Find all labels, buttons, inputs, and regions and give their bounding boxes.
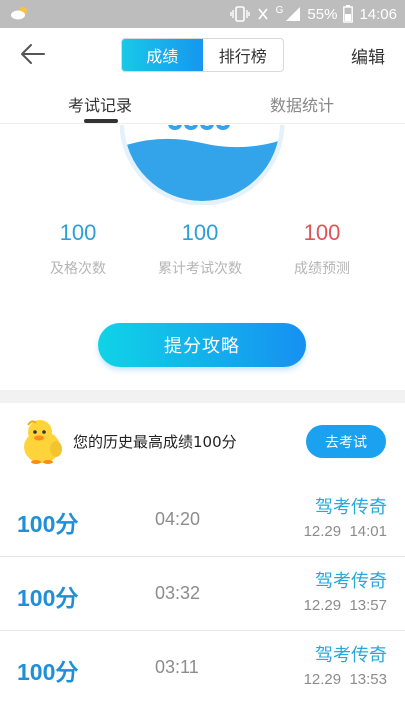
record-time: 14:01 xyxy=(349,523,387,540)
record-time: 13:57 xyxy=(349,597,387,614)
stat-passed-label: 及格次数 xyxy=(50,261,106,277)
record-datetime: 12.29 14:01 xyxy=(304,523,387,540)
battery-percent: 55% xyxy=(307,5,338,23)
tab-exam-records[interactable]: 考试记录 xyxy=(68,92,132,116)
vibrate-icon xyxy=(229,6,250,22)
stat-total-exams-value: 100 xyxy=(181,220,219,245)
tab-data-statistics[interactable]: 数据统计 xyxy=(270,92,334,116)
exam-record-list: 100分 04:20 驾考传奇 12.29 14:01 100分 03:32 驾… xyxy=(0,483,405,705)
stat-passed-value: 100 xyxy=(59,220,97,245)
stat-total-exams-label: 累计考试次数 xyxy=(158,261,242,277)
score-gauge xyxy=(120,125,285,205)
record-score-value: 100 xyxy=(17,585,56,611)
record-date: 12.29 xyxy=(303,671,342,688)
record-score: 100分 xyxy=(17,505,78,539)
record-score-value: 100 xyxy=(17,511,56,537)
list-item[interactable]: 100分 03:11 驾考传奇 12.29 13:53 xyxy=(0,631,405,705)
record-score-unit: 分 xyxy=(55,512,79,538)
data-x-icon xyxy=(258,8,268,20)
cloud-sun-icon xyxy=(11,7,27,20)
record-score: 100分 xyxy=(17,579,78,613)
tab-leaderboard[interactable]: 排行榜 xyxy=(203,39,284,71)
record-duration: 03:32 xyxy=(155,583,201,603)
record-datetime: 12.29 13:53 xyxy=(304,671,387,688)
arrow-left-icon xyxy=(21,44,45,64)
record-title: 驾考传奇 xyxy=(315,497,387,518)
duck-icon xyxy=(24,420,62,464)
record-date: 12.29 xyxy=(303,523,342,540)
stat-prediction: 100 成绩预测 xyxy=(257,220,387,278)
active-tab-indicator xyxy=(84,119,118,123)
record-duration: 04:20 xyxy=(155,509,201,529)
app-header: 成绩 排行榜 编辑 xyxy=(0,28,405,80)
record-score-value: 100 xyxy=(17,659,56,685)
back-button[interactable] xyxy=(18,40,48,68)
best-score-text: 您的历史最高成绩100分 xyxy=(73,433,237,451)
record-title: 驾考传奇 xyxy=(315,571,387,592)
tab-scores[interactable]: 成绩 xyxy=(122,39,203,71)
stats-row: 100 及格次数 100 累计考试次数 100 成绩预测 xyxy=(0,220,405,280)
list-item[interactable]: 100分 04:20 驾考传奇 12.29 14:01 xyxy=(0,483,405,557)
stat-total-exams: 100 累计考试次数 xyxy=(135,220,265,278)
record-score-unit: 分 xyxy=(55,586,79,612)
record-title: 驾考传奇 xyxy=(315,645,387,666)
record-date: 12.29 xyxy=(303,597,342,614)
score-summary: 100 及格次数 100 累计考试次数 100 成绩预测 提分攻略 xyxy=(0,125,405,390)
best-score-row: 您的历史最高成绩100分 去考试 xyxy=(0,403,405,483)
go-exam-button[interactable]: 去考试 xyxy=(306,425,386,458)
section-divider xyxy=(0,390,405,403)
list-item[interactable]: 100分 03:32 驾考传奇 12.29 13:57 xyxy=(0,557,405,631)
stat-passed: 100 及格次数 xyxy=(13,220,143,278)
record-score: 100分 xyxy=(17,653,78,687)
signal-icon xyxy=(286,7,301,21)
record-time: 13:53 xyxy=(349,671,387,688)
record-score-unit: 分 xyxy=(55,660,79,686)
stat-prediction-label: 成绩预测 xyxy=(294,261,350,277)
battery-icon xyxy=(343,5,354,23)
record-duration: 03:11 xyxy=(155,657,199,677)
sub-tabs: 考试记录 数据统计 xyxy=(0,80,405,124)
stat-prediction-value: 100 xyxy=(303,220,341,245)
status-bar: G 55% 14:06 xyxy=(0,0,405,28)
improve-score-button[interactable]: 提分攻略 xyxy=(98,323,306,367)
edit-button[interactable]: 编辑 xyxy=(351,43,385,68)
status-icons: G 55% 14:06 xyxy=(229,0,397,28)
clock: 14:06 xyxy=(359,5,397,23)
record-datetime: 12.29 13:57 xyxy=(304,597,387,614)
network-type: G xyxy=(275,4,284,16)
segmented-control: 成绩 排行榜 xyxy=(121,38,284,72)
